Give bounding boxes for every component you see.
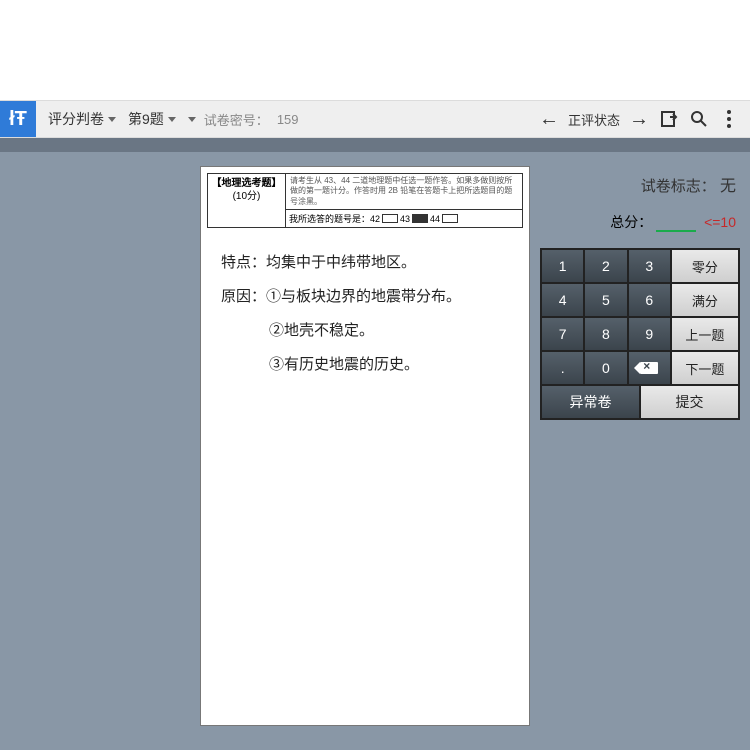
backspace-icon	[640, 362, 658, 374]
qnum-0: 42	[370, 214, 380, 224]
menu-button[interactable]	[714, 104, 744, 134]
export-button[interactable]	[654, 104, 684, 134]
section-title: 【地理选考题】	[210, 177, 283, 190]
next-arrow-button[interactable]: →	[624, 104, 654, 134]
kebab-icon	[727, 110, 731, 128]
dark-strip	[0, 138, 750, 152]
prev-arrow-button[interactable]: ←	[534, 104, 564, 134]
arrow-left-icon: ←	[539, 108, 559, 131]
handwriting-area: 特点：均集中于中纬带地区。 原因：①与板块边界的地震带分布。 ②地壳不稳定。 ③…	[207, 228, 523, 404]
paper-secret-dropdown[interactable]: 试卷密号： 159	[182, 101, 309, 137]
key-zero-score[interactable]: 零分	[671, 249, 739, 283]
review-status-label: 正评状态	[564, 110, 624, 129]
section-instruction: 请考生从 43、44 二道地理题中任选一题作答。如果多做则按所做的第一题计分。作…	[286, 174, 522, 209]
caret-down-icon	[168, 117, 176, 122]
app-logo: łŦ	[0, 101, 36, 137]
hw-line: 原因：①与板块边界的地震带分布。	[221, 282, 509, 312]
key-8[interactable]: 8	[584, 317, 627, 351]
key-dot[interactable]: .	[541, 351, 584, 385]
key-submit[interactable]: 提交	[640, 385, 739, 419]
paper-secret-prefix: 试卷密号：	[200, 110, 273, 129]
total-label: 总分：	[610, 214, 652, 230]
max-score-hint: <=10	[704, 214, 736, 230]
caret-down-icon	[188, 117, 196, 122]
choice-box	[382, 214, 398, 223]
arrow-right-icon: →	[629, 108, 649, 131]
key-6[interactable]: 6	[628, 283, 671, 317]
choice-box	[442, 214, 458, 223]
search-icon	[689, 109, 709, 129]
work-area: 【地理选考题】 (10分) 请考生从 43、44 二道地理题中任选一题作答。如果…	[0, 138, 750, 750]
keypad: 1 2 3 零分 4 5 6 满分 7 8 9 上一题 . 0 下一题	[540, 248, 740, 420]
key-4[interactable]: 4	[541, 283, 584, 317]
hw-line: ②地壳不稳定。	[221, 316, 509, 346]
question-dropdown[interactable]: 第9题	[122, 101, 182, 137]
choose-label: 我所选答的题号是：	[289, 212, 370, 225]
key-2[interactable]: 2	[584, 249, 627, 283]
key-3[interactable]: 3	[628, 249, 671, 283]
grading-dropdown[interactable]: 评分判卷	[42, 101, 122, 137]
key-7[interactable]: 7	[541, 317, 584, 351]
key-backspace[interactable]	[628, 351, 671, 385]
key-full-score[interactable]: 满分	[671, 283, 739, 317]
key-abnormal[interactable]: 异常卷	[541, 385, 640, 419]
section-points: (10分)	[210, 190, 283, 203]
mark-label: 试卷标志：	[641, 178, 716, 195]
hw-line: ③有历史地震的历史。	[221, 350, 509, 380]
key-next-question[interactable]: 下一题	[671, 351, 739, 385]
qnum-1: 43	[400, 214, 410, 224]
question-choice-row: 我所选答的题号是： 42 43 44	[286, 209, 522, 227]
choice-box-filled	[412, 214, 428, 223]
caret-down-icon	[108, 117, 116, 122]
top-whitespace	[0, 0, 750, 100]
answer-sheet[interactable]: 【地理选考题】 (10分) 请考生从 43、44 二道地理题中任选一题作答。如果…	[200, 166, 530, 726]
key-5[interactable]: 5	[584, 283, 627, 317]
export-icon	[659, 109, 679, 129]
search-button[interactable]	[684, 104, 714, 134]
score-panel: 试卷标志： 无 总分： <=10 1 2 3 零分 4 5 6 满分 7 8	[540, 166, 740, 420]
toolbar: łŦ 评分判卷 第9题 试卷密号： 159 ← 正评状态 →	[0, 100, 750, 138]
qnum-2: 44	[430, 214, 440, 224]
score-input[interactable]	[656, 214, 696, 232]
question-label: 第9题	[128, 109, 164, 129]
hw-line: 特点：均集中于中纬带地区。	[221, 248, 509, 278]
key-prev-question[interactable]: 上一题	[671, 317, 739, 351]
mark-value: 无	[720, 178, 736, 195]
key-1[interactable]: 1	[541, 249, 584, 283]
grading-label: 评分判卷	[48, 109, 104, 129]
paper-secret-value: 159	[273, 112, 303, 127]
key-0[interactable]: 0	[584, 351, 627, 385]
key-9[interactable]: 9	[628, 317, 671, 351]
sheet-header: 【地理选考题】 (10分) 请考生从 43、44 二道地理题中任选一题作答。如果…	[207, 173, 523, 228]
